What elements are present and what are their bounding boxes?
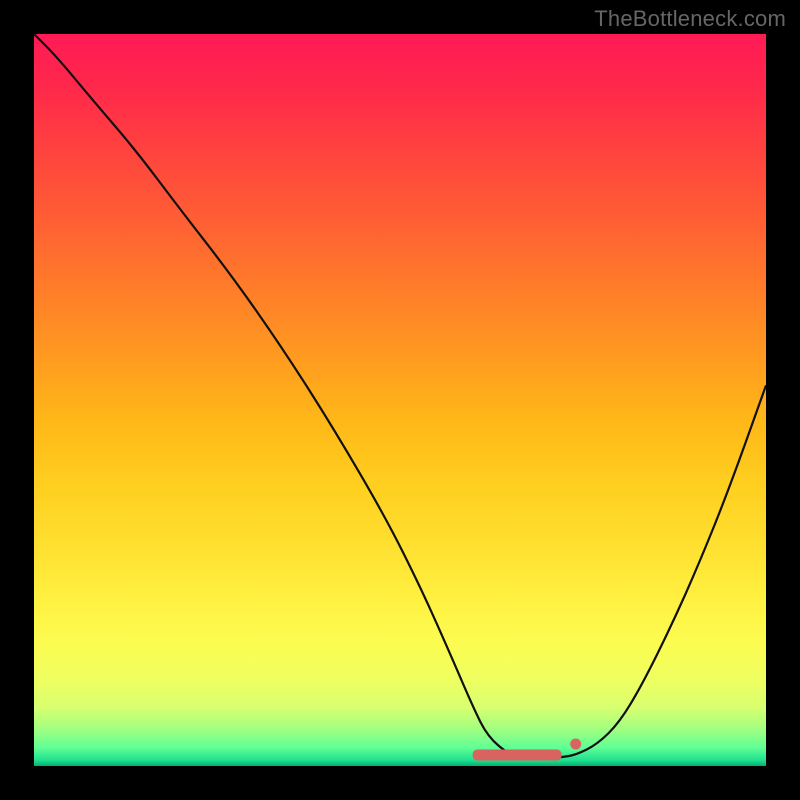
optimal-range-marker [473, 750, 561, 760]
chart-svg [34, 34, 766, 766]
bottleneck-curve [34, 34, 766, 759]
optimal-end-dot [570, 739, 581, 750]
watermark-text: TheBottleneck.com [594, 6, 786, 32]
chart-plot-area [34, 34, 766, 766]
